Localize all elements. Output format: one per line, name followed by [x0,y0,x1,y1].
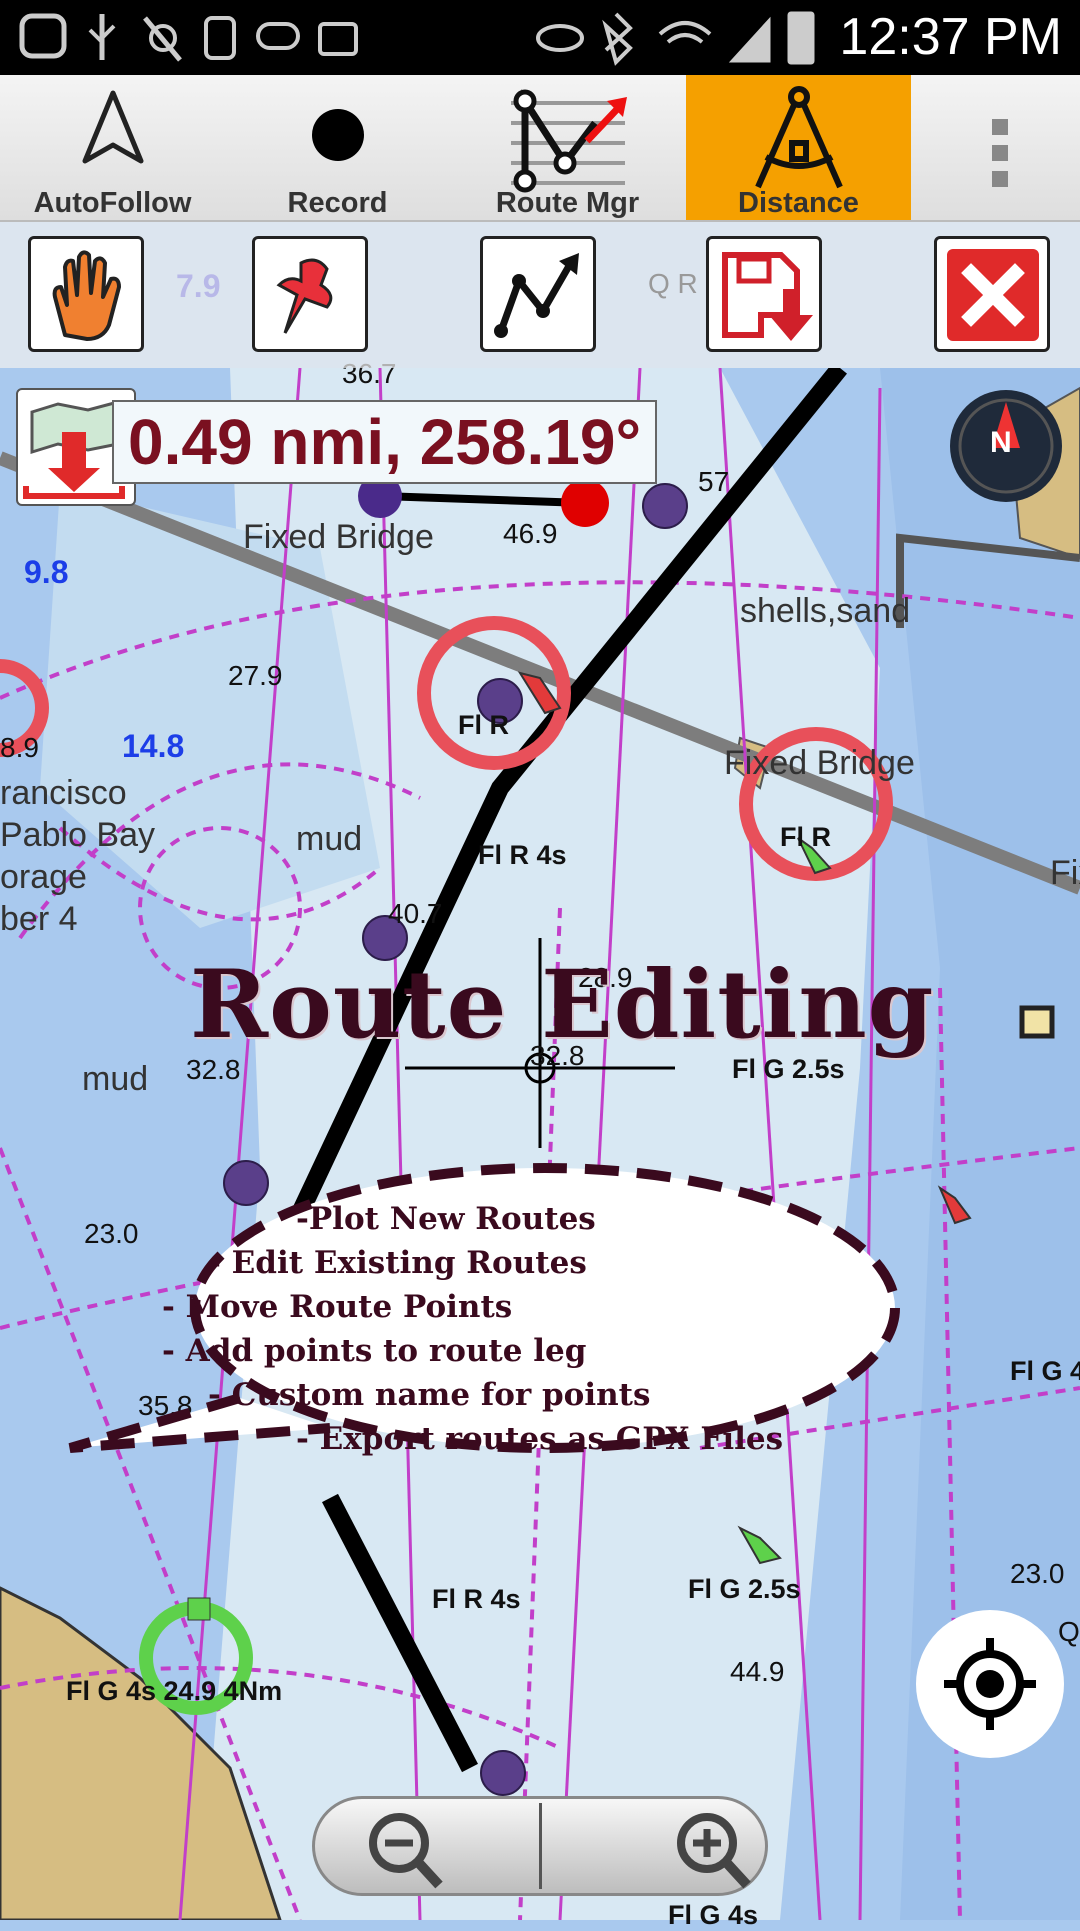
depth-label: 8.9 [0,732,39,763]
cell-signal-icon [728,16,771,63]
status-right-icons [536,11,815,66]
light-label: Fl R [458,710,509,740]
map-label-shells-sand: shells,sand [740,592,911,630]
route-edit-toolbar: 7.9 Q R [0,222,1080,368]
zoom-out-icon [369,1813,443,1889]
light-label: Fl R 4s [432,1584,521,1614]
record-label: Record [287,187,388,219]
pan-hand-button[interactable] [28,236,144,352]
pin-button[interactable] [252,236,368,352]
speech-bubble [68,1163,900,1453]
status-bar: 12:37 PM [0,0,1080,75]
eye-icon [536,24,584,52]
route-manager-label: Route Mgr [495,187,640,219]
record-dot-icon [311,109,364,161]
briefcase-icon [318,22,358,56]
feature-text: - Custom name for points [208,1377,651,1413]
depth-label: 40.7 [388,898,443,929]
feature-text: - Export routes as GPX Files [296,1421,784,1457]
voicemail-icon [256,22,300,50]
map-label-pablo-bay: Pablo Bay [0,816,155,854]
feature-text: -Plot New Routes [296,1201,596,1237]
usb-icon [88,14,116,60]
light-label: Fl G 2.5s [688,1574,801,1604]
feature-text: - Move Route Points [162,1289,513,1325]
blue-depth-label: 9.8 [24,554,69,590]
my-location-icon [944,1638,1036,1730]
zoom-out-button[interactable] [315,1799,539,1893]
record-button[interactable]: Record [225,75,450,220]
depth-label: Q R [648,268,698,299]
map-label-fix: Fix [1050,854,1080,892]
overflow-menu-button[interactable] [960,75,1040,220]
autofollow-label: AutoFollow [33,187,192,219]
light-label: Fl G 4s [668,1900,759,1930]
save-route-button[interactable] [706,236,822,352]
battery-charging-icon [787,11,815,65]
action-bar: AutoFollow Record Route Mgr Distance [0,75,1080,222]
depth-label: 7.9 [176,268,221,304]
route-manager-icon [510,89,627,193]
map-label-fixed-bridge: Fixed Bridge [243,518,434,556]
map-label-ber4: ber 4 [0,900,78,938]
depth-label: 57 [698,466,730,497]
nautical-chart-map[interactable]: 36.7 Fixed Bridge 46.9 57 9.8 shells,san… [0,358,1080,1930]
feature-text: - Add points to route leg [162,1333,587,1369]
wifi-icon [658,21,712,44]
depth-label: 46.9 [503,518,558,549]
map-label-orage: orage [0,858,87,896]
feature-text: - Edit Existing Routes [208,1245,587,1281]
my-location-button[interactable] [916,1610,1064,1758]
hand-pan-icon [52,250,121,341]
blue-depth-label: 14.8 [122,728,185,764]
zoom-in-icon [677,1813,751,1889]
route-manager-button[interactable]: Route Mgr [450,75,685,220]
route-line-icon [494,253,579,338]
light-label: Fl G 4s 24.9 4Nm [66,1676,283,1706]
map-label-francisco: rancisco [0,774,127,812]
depth-label: 27.9 [228,660,283,691]
depth-label: 23.0 [1010,1558,1065,1589]
light-label: Fl G 4 [1010,1356,1080,1386]
light-label: Fl R [780,822,831,852]
map-label-mud: mud [82,1060,149,1098]
route-draw-button[interactable] [480,236,596,352]
navigation-arrow-icon [82,90,143,164]
distance-button[interactable]: Distance [686,75,911,220]
autofollow-button[interactable]: AutoFollow [0,75,225,220]
map-label-mud: mud [296,820,363,858]
distance-readout: 0.49 nmi, 258.19° [112,400,658,484]
close-editing-button[interactable] [934,236,1050,352]
pushpin-icon [276,258,333,334]
messenger-icon [19,13,67,59]
map-label-fixed-bridge: Fixed Bridge [724,744,915,782]
zoom-in-button[interactable] [543,1799,767,1893]
light-label: Fl R 4s [478,840,567,870]
close-x-icon [947,249,1039,341]
zoom-divider [539,1803,542,1889]
zoom-controls [312,1796,768,1896]
overflow-menu-icon [992,119,1008,187]
status-clock: 12:37 PM [839,8,1062,66]
save-route-icon [722,252,813,341]
watch-icon [204,16,236,60]
no-signal-icon [143,16,182,62]
compass-divider-icon [754,86,843,189]
compass-letter: N [990,426,1012,459]
depth-label: 44.9 [730,1656,785,1687]
promo-title: Route Editing [190,950,935,1060]
bluetooth-icon [602,12,633,66]
distance-label: Distance [738,187,859,219]
